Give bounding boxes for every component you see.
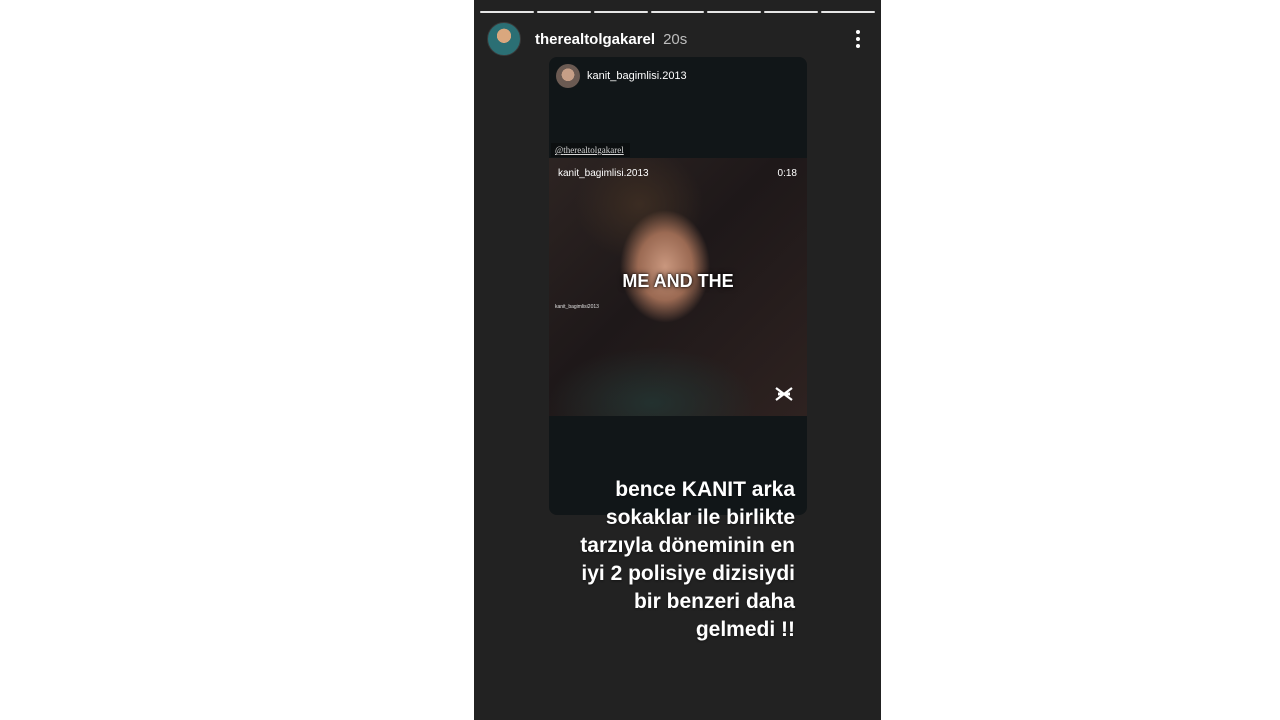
progress-segment [707, 11, 762, 13]
progress-segment [480, 11, 534, 13]
mention-username: therealtolgakarel [563, 145, 624, 155]
progress-segment [821, 11, 876, 13]
video-username: kanit_bagimlisi.2013 [558, 168, 649, 179]
video-overlay-text: ME AND THE [622, 271, 734, 291]
profile-avatar[interactable] [487, 22, 521, 56]
shared-post-username[interactable]: kanit_bagimlisi.2013 [587, 70, 687, 82]
story-caption: bence KANIT arka sokaklar ile birlikte tar… [535, 476, 795, 644]
story-viewer[interactable]: therealtolgakarel 20s kanit_bagimlisi.20… [474, 0, 881, 720]
caption-line: bir benzeri daha [633, 590, 795, 613]
story-progress-bar [480, 11, 876, 13]
story-timestamp: 20s [663, 30, 688, 48]
shared-post-card[interactable]: kanit_bagimlisi.2013 @therealtolgakarel … [549, 57, 807, 515]
capcut-icon [775, 387, 793, 401]
shared-post-header: kanit_bagimlisi.2013 [556, 64, 687, 88]
video-watermark: kanit_bagimlisi2013 [555, 304, 599, 310]
caption-line: tarzıyla döneminin en [580, 534, 795, 557]
story-username[interactable]: therealtolgakarel [535, 31, 655, 48]
video-duration: 0:18 [777, 168, 797, 179]
progress-segment [764, 11, 819, 13]
progress-segment [593, 11, 648, 13]
progress-segment [536, 11, 591, 13]
caption-line: sokaklar ile birlikte [605, 506, 795, 529]
caption-line: iyi 2 polisiye dizisiydi [581, 562, 795, 585]
progress-segment [650, 11, 705, 13]
story-header: therealtolgakarel 20s [487, 22, 868, 56]
caption-line: bence KANIT arka [615, 478, 795, 501]
shared-post-avatar[interactable] [556, 64, 580, 88]
video-thumbnail[interactable]: kanit_bagimlisi.2013 0:18 ME AND THE kan… [549, 158, 807, 416]
mention-tag[interactable]: @therealtolgakarel [551, 143, 630, 157]
caption-line: gelmedi !! [695, 618, 795, 641]
more-options-icon[interactable] [848, 27, 868, 51]
